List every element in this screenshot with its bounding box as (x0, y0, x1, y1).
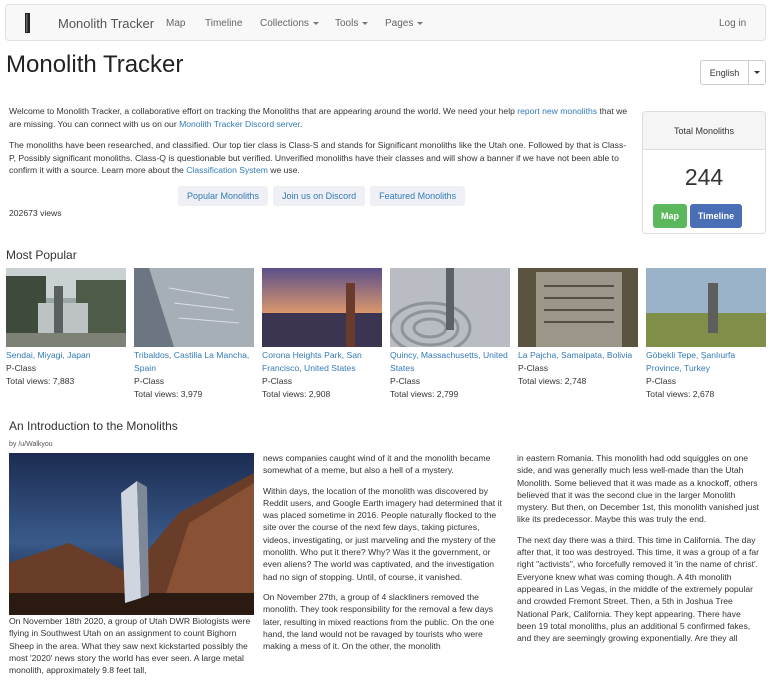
timeline-button[interactable]: Timeline (690, 204, 742, 228)
popular-card[interactable]: La Pajcha, Samaipata, Bolivia P-Class To… (518, 268, 638, 388)
card-class: P-Class (262, 376, 293, 386)
article-paragraph: On November 27th, a group of 4 slackline… (263, 591, 495, 652)
total-monoliths-panel: Total Monoliths 244 Map Timeline (642, 111, 766, 234)
card-location-link[interactable]: Tribaldos, Castilla La Mancha, Spain (134, 349, 254, 375)
article-column-3: in eastern Romania. This monolith had od… (517, 452, 762, 652)
nav-timeline[interactable]: Timeline (205, 18, 242, 29)
join-discord-button[interactable]: Join us on Discord (273, 186, 366, 206)
card-class: P-Class (518, 363, 549, 373)
intro-text: Welcome to Monolith Tracker, a collabora… (9, 106, 518, 116)
view-count: 202673 views (9, 208, 62, 218)
popular-card[interactable]: Tribaldos, Castilla La Mancha, Spain P-C… (134, 268, 254, 401)
card-class: P-Class (134, 376, 165, 386)
discord-link[interactable]: Monolith Tracker Discord server (179, 119, 300, 129)
popular-monoliths-button[interactable]: Popular Monoliths (178, 186, 269, 206)
card-class: P-Class (646, 376, 677, 386)
classification-link[interactable]: Classification System (186, 165, 268, 175)
brand-title[interactable]: Monolith Tracker (58, 16, 154, 31)
card-views: Total views: 2,678 (646, 389, 715, 399)
article-column-2: news companies caught wind of it and the… (263, 452, 508, 660)
card-location-link[interactable]: Corona Heights Park, San Francisco, Unit… (262, 349, 382, 375)
chevron-down-icon (362, 21, 369, 25)
popular-card[interactable]: Corona Heights Park, San Francisco, Unit… (262, 268, 382, 401)
popular-card[interactable]: Quincy, Massachusetts, United States P-C… (390, 268, 510, 401)
monolith-photo[interactable] (518, 268, 638, 347)
intro-text: . (299, 118, 303, 129)
card-views: Total views: 2,799 (390, 389, 459, 399)
nav-pages[interactable]: Pages (385, 18, 424, 29)
top-navbar: Monolith Tracker Map Timeline Collection… (5, 4, 766, 41)
card-location-link[interactable]: La Pajcha, Samaipata, Bolivia (518, 349, 638, 362)
language-select[interactable]: English (700, 60, 766, 85)
utah-monolith-photo (9, 453, 254, 615)
monolith-photo[interactable] (390, 268, 510, 347)
card-class: P-Class (390, 376, 421, 386)
monolith-photo[interactable] (134, 268, 254, 347)
card-location-link[interactable]: Sendai, Miyagi, Japan (6, 349, 126, 362)
language-dropdown-toggle[interactable] (749, 61, 765, 84)
monolith-photo[interactable] (262, 268, 382, 347)
card-location-link[interactable]: Göbekli Tepe, Şanlıurfa Province, Turkey (646, 349, 766, 375)
intro-text: The monoliths have been researched, and … (9, 140, 627, 175)
article-column-1: On November 18th 2020, a group of Utah D… (9, 615, 254, 684)
intro-paragraph: Welcome to Monolith Tracker, a collabora… (9, 105, 633, 130)
monolith-logo-icon[interactable] (23, 12, 32, 34)
map-button[interactable]: Map (653, 204, 687, 228)
nav-collections[interactable]: Collections (260, 18, 319, 29)
page-title: Monolith Tracker (6, 51, 184, 78)
featured-monoliths-button[interactable]: Featured Monoliths (370, 186, 466, 206)
article-title: An Introduction to the Monoliths (9, 419, 178, 433)
monolith-photo[interactable] (6, 268, 126, 347)
nav-login[interactable]: Log in (719, 18, 746, 29)
popular-card[interactable]: Göbekli Tepe, Şanlıurfa Province, Turkey… (646, 268, 766, 401)
article-paragraph: The next day there was a third. This tim… (517, 534, 760, 644)
chevron-down-icon (417, 21, 424, 25)
card-views: Total views: 7,883 (6, 376, 75, 386)
card-views: Total views: 2,908 (262, 389, 331, 399)
most-popular-title: Most Popular (6, 248, 77, 262)
article-paragraph: On November 18th 2020, a group of Utah D… (9, 616, 251, 676)
article-paragraph: in eastern Romania. This monolith had od… (517, 453, 760, 525)
article-byline: by /u/Walkyou (9, 441, 53, 448)
nav-tools[interactable]: Tools (335, 18, 369, 29)
report-link[interactable]: report new monoliths (517, 106, 597, 116)
article-paragraph: Within days, the location of the monolit… (263, 485, 502, 582)
card-class: P-Class (6, 363, 37, 373)
language-label[interactable]: English (701, 61, 749, 84)
total-count: 244 (684, 164, 724, 190)
popular-card[interactable]: Sendai, Miyagi, Japan P-Class Total view… (6, 268, 126, 388)
quick-links: Popular Monoliths Join us on Discord Fea… (178, 186, 466, 206)
total-label: Total Monoliths (643, 112, 765, 150)
card-views: Total views: 2,748 (518, 376, 587, 386)
classification-paragraph: The monoliths have been researched, and … (9, 139, 633, 177)
chevron-down-icon (312, 21, 319, 25)
nav-map[interactable]: Map (166, 18, 185, 29)
monolith-photo[interactable] (646, 268, 766, 347)
intro-text: we use. (267, 165, 300, 175)
card-views: Total views: 3,979 (134, 389, 203, 399)
article-paragraph: news companies caught wind of it and the… (263, 453, 491, 476)
chevron-down-icon (754, 71, 760, 74)
card-location-link[interactable]: Quincy, Massachusetts, United States (390, 349, 510, 375)
